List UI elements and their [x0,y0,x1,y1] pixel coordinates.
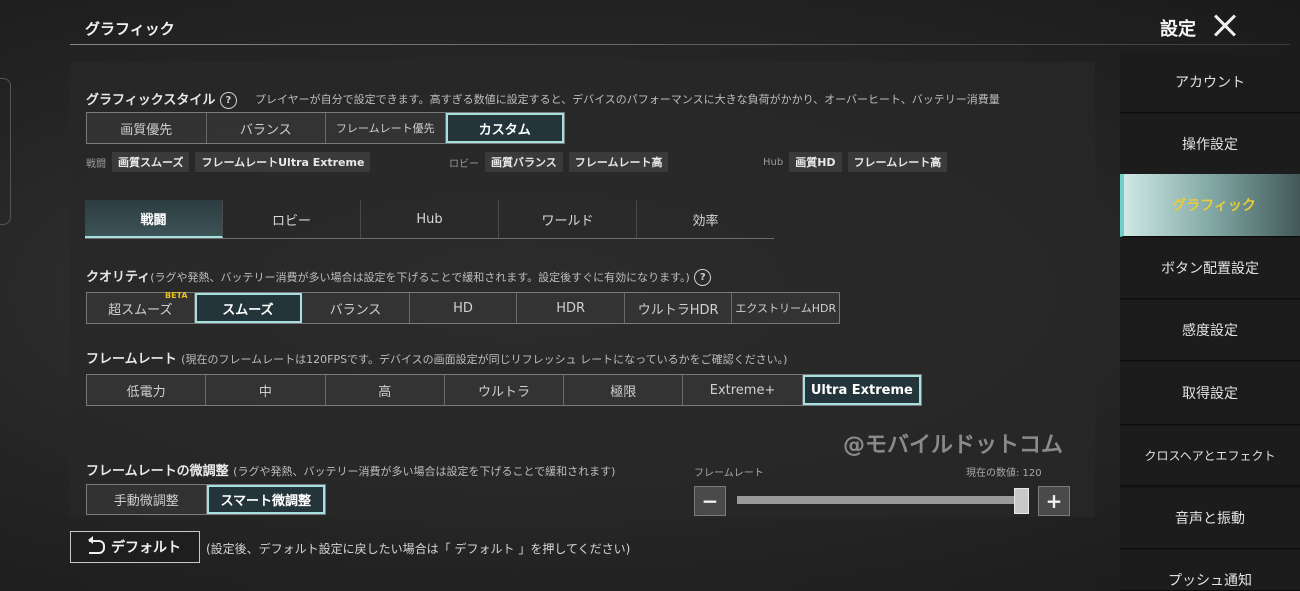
quality-option-extreme-hdr[interactable]: エクストリームHDR [732,293,839,323]
quality-option-hdr[interactable]: HDR [517,293,625,323]
menu-item-pickup[interactable]: 取得設定 [1120,362,1300,425]
style-option-balance[interactable]: バランス [207,113,326,143]
help-icon[interactable]: ? [219,92,237,109]
fine-tune-option-smart[interactable]: スマート微調整 [206,485,325,514]
fine-tune-title: フレームレートの微調整 [86,464,229,479]
framerate-slider-track[interactable] [737,496,1025,504]
preset-tag: 画質バランス [485,152,563,172]
framerate-option-ultra-extreme[interactable]: Ultra Extreme [802,375,921,405]
preset-hub-label: Hub [763,156,784,168]
preset-tag: フレームレート高 [568,152,669,172]
framerate-option-ultra[interactable]: ウルトラ [445,375,565,405]
quality-note: (ラグや発熱、バッテリー消費が多い場合は設定を下げることで緩和されます。設定後す… [150,271,690,284]
style-option-quality[interactable]: 画質優先 [87,113,207,143]
minus-button[interactable]: − [694,486,726,516]
help-icon[interactable]: ? [694,269,712,286]
framerate-title: フレームレート [86,352,177,367]
tab-lobby[interactable]: ロビー [223,200,361,238]
menu-item-sensitivity[interactable]: 感度設定 [1120,300,1300,361]
default-button[interactable]: デフォルト [70,531,200,563]
preset-battle-label: 戦闘 [86,158,106,170]
menu-item-audio[interactable]: 音声と振動 [1120,488,1300,549]
preset-hub: Hub 画質HD フレームレート高 [763,152,948,172]
undo-icon [88,536,105,554]
preset-tag: 画質HD [789,152,842,172]
close-icon[interactable] [1208,9,1242,43]
fine-tune-option-manual[interactable]: 手動微調整 [87,485,207,514]
framerate-heading: フレームレート (現在のフレームレートは120FPSです。デバイスの画面設定が同… [86,348,787,367]
quality-option-balance[interactable]: バランス [302,293,410,323]
menu-item-button-layout[interactable]: ボタン配置設定 [1120,238,1300,299]
preset-battle: 戦闘 画質スムーズ フレームレートUltra Extreme [86,152,371,172]
graphics-style-heading: グラフィックスタイル ? [86,89,237,109]
left-edge-handle[interactable] [0,78,11,225]
framerate-slider-thumb[interactable] [1014,488,1029,514]
title-divider [70,44,1290,45]
quality-heading: クオリティ(ラグや発熱、バッテリー消費が多い場合は設定を下げることで緩和されます… [86,266,712,286]
preset-lobby-label: ロビー [449,158,479,170]
graphics-style-title: グラフィックスタイル [86,93,216,108]
fine-tune-selector: 手動微調整 スマート微調整 [86,484,326,515]
preset-lobby: ロビー 画質バランス フレームレート高 [449,152,669,172]
style-option-framerate[interactable]: フレームレート優先 [326,113,446,143]
menu-item-crosshair[interactable]: クロスヘアとエフェクト [1120,426,1300,486]
watermark: @モバイルドットコム [843,433,1064,458]
plus-button[interactable]: + [1038,486,1070,516]
tab-hub[interactable]: Hub [361,200,499,238]
graphics-style-selector: 画質優先 バランス フレームレート優先 カスタム [86,112,565,144]
mode-tabs: 戦闘 ロビー Hub ワールド 効率 [85,200,774,239]
menu-item-controls[interactable]: 操作設定 [1120,114,1300,175]
beta-badge: BETA [164,291,188,300]
preset-tag: フレームレートUltra Extreme [195,152,371,172]
fine-tune-note: (ラグや発熱、バッテリー消費が多い場合は設定を下げることで緩和されます) [233,465,616,478]
quality-title: クオリティ [86,270,151,285]
menu-item-account[interactable]: アカウント [1120,52,1300,113]
framerate-option-low-power[interactable]: 低電力 [87,375,207,405]
framerate-selector: 低電力 中 高 ウルトラ 極限 Extreme+ Ultra Extreme [86,374,922,406]
framerate-option-medium[interactable]: 中 [206,375,326,405]
framerate-note: (現在のフレームレートは120FPSです。デバイスの画面設定が同じリフレッシュ … [181,353,788,366]
preset-tag: フレームレート高 [847,152,948,172]
fine-tune-heading: フレームレートの微調整 (ラグや発熱、バッテリー消費が多い場合は設定を下げること… [86,460,615,479]
preset-tag: 画質スムーズ [112,152,190,172]
settings-menu: アカウント 操作設定 グラフィック ボタン配置設定 感度設定 取得設定 クロスヘ… [1120,52,1300,591]
slider-label: フレームレート [694,468,764,479]
quality-option-hd[interactable]: HD [410,293,518,323]
tab-efficiency[interactable]: 効率 [637,200,774,238]
quality-option-ultra-hdr[interactable]: ウルトラHDR [625,293,733,323]
quality-option-ultra-smooth[interactable]: 超スムーズ BETA [87,291,195,323]
quality-selector: 超スムーズ BETA スムーズ バランス HD HDR ウルトラHDR エクストリ… [86,291,840,324]
framerate-option-extreme-plus[interactable]: Extreme+ [683,375,803,405]
quality-option-label: 超スムーズ [108,302,173,318]
page-title: グラフィック [85,20,175,38]
tab-battle[interactable]: 戦闘 [85,200,223,238]
framerate-option-high[interactable]: 高 [326,375,445,405]
style-option-custom[interactable]: カスタム [445,113,564,143]
default-note: (設定後、デフォルト設定に戻したい場合は「 デフォルト 」を押してください) [206,542,631,556]
menu-item-graphics[interactable]: グラフィック [1120,174,1300,237]
graphics-style-description: プレイヤーが自分で設定できます。高すぎる数値に設定すると、デバイスのパフォーマン… [255,93,1000,106]
default-button-label: デフォルト [111,540,181,556]
quality-option-smooth[interactable]: スムーズ [194,293,303,323]
settings-label: 設定 [1160,19,1196,40]
framerate-option-extreme[interactable]: 極限 [564,375,684,405]
slider-current-value: 現在の数値: 120 [966,468,1042,479]
tab-world[interactable]: ワールド [499,200,637,238]
